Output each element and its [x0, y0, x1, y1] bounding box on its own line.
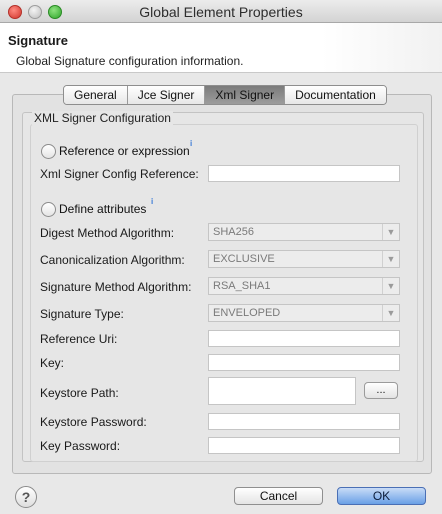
signature-method-label: Signature Method Algorithm:	[40, 280, 192, 294]
header-title: Signature	[8, 33, 68, 48]
chevron-down-icon: ▼	[382, 278, 399, 294]
canonicalization-value: EXCLUSIVE	[213, 253, 275, 265]
config-reference-field[interactable]	[208, 165, 400, 182]
digest-method-label: Digest Method Algorithm:	[40, 226, 175, 240]
signature-type-select[interactable]: ENVELOPED ▼	[208, 304, 400, 322]
dialog-header: Signature Global Signature configuration…	[0, 23, 442, 73]
cancel-button[interactable]: Cancel	[234, 487, 323, 505]
title-bar: Global Element Properties	[0, 0, 442, 23]
tab-bar: General Jce Signer Xml Signer Documentat…	[63, 85, 387, 105]
chevron-down-icon: ▼	[382, 251, 399, 267]
define-attributes-radio[interactable]	[41, 202, 56, 217]
tab-xml-signer[interactable]: Xml Signer	[205, 86, 286, 104]
key-password-field[interactable]	[208, 437, 400, 454]
signature-method-value: RSA_SHA1	[213, 280, 271, 292]
define-attributes-label: Define attributes	[59, 202, 147, 216]
canonicalization-label: Canonicalization Algorithm:	[40, 253, 185, 267]
info-icon: i	[151, 197, 154, 206]
header-description: Global Signature configuration informati…	[16, 54, 244, 68]
reference-uri-label: Reference Uri:	[40, 332, 118, 346]
header-graphic	[322, 23, 442, 72]
chevron-down-icon: ▼	[382, 224, 399, 240]
keystore-path-label: Keystore Path:	[40, 386, 119, 400]
tab-general[interactable]: General	[64, 86, 128, 104]
help-icon[interactable]: ?	[15, 486, 37, 508]
window-title: Global Element Properties	[139, 4, 303, 20]
reference-uri-field[interactable]	[208, 330, 400, 347]
info-icon: i	[190, 139, 193, 148]
browse-button[interactable]: ...	[364, 382, 398, 399]
ok-button[interactable]: OK	[337, 487, 426, 505]
digest-method-value: SHA256	[213, 226, 254, 238]
key-password-label: Key Password:	[40, 439, 121, 453]
tab-jce-signer[interactable]: Jce Signer	[127, 86, 206, 104]
signature-type-label: Signature Type:	[40, 307, 124, 321]
keystore-password-field[interactable]	[208, 413, 400, 430]
digest-method-select[interactable]: SHA256 ▼	[208, 223, 400, 241]
config-reference-label: Xml Signer Config Reference:	[40, 167, 199, 181]
keystore-path-field[interactable]	[208, 377, 356, 405]
reference-expression-radio[interactable]	[41, 144, 56, 159]
signature-type-value: ENVELOPED	[213, 307, 281, 319]
chevron-down-icon: ▼	[382, 305, 399, 321]
signature-method-select[interactable]: RSA_SHA1 ▼	[208, 277, 400, 295]
tab-documentation[interactable]: Documentation	[285, 86, 386, 104]
group-title: XML Signer Configuration	[32, 111, 173, 125]
key-label: Key:	[40, 356, 65, 370]
canonicalization-select[interactable]: EXCLUSIVE ▼	[208, 250, 400, 268]
reference-expression-label: Reference or expression	[59, 144, 190, 158]
keystore-password-label: Keystore Password:	[40, 415, 147, 429]
key-field[interactable]	[208, 354, 400, 371]
